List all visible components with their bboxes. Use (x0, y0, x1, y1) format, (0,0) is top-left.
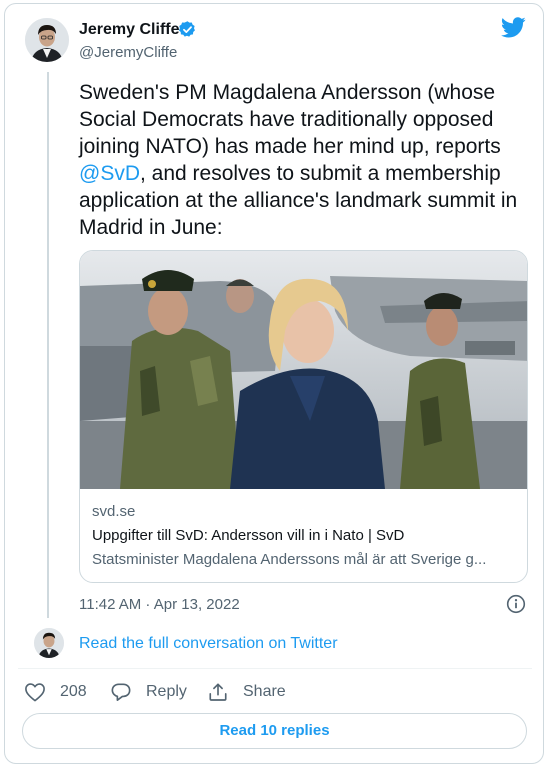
read-full-conversation-link[interactable]: Read the full conversation on Twitter (79, 635, 338, 653)
like-button[interactable]: 208 (24, 682, 87, 702)
tweet-timestamp[interactable]: 11:42 AM · Apr 13, 2022 (79, 596, 240, 613)
conversation-avatar[interactable] (34, 628, 64, 658)
reply-button[interactable]: Reply (110, 682, 187, 702)
share-button[interactable]: Share (207, 682, 286, 702)
divider (18, 668, 532, 669)
speech-bubble-icon (111, 683, 131, 701)
link-title: Uppgifter till SvD: Andersson vill in i … (92, 527, 405, 544)
like-count: 208 (60, 683, 87, 700)
share-label: Share (243, 683, 286, 700)
verified-badge-icon (178, 20, 197, 44)
twitter-bird-icon[interactable] (500, 17, 526, 43)
mention-link[interactable]: @SvD (79, 162, 140, 185)
reply-label: Reply (146, 683, 187, 700)
tweet-text: Sweden's PM Magdalena Andersson (whose S… (79, 81, 518, 239)
author-avatar[interactable] (25, 18, 69, 62)
author-handle[interactable]: @JeremyCliffe (79, 44, 177, 61)
info-icon[interactable] (506, 594, 526, 619)
author-name[interactable]: Jeremy Cliffe (79, 21, 180, 39)
link-preview-image (80, 251, 527, 489)
link-preview-card[interactable]: svd.se Uppgifter till SvD: Andersson vil… (79, 250, 528, 583)
heart-icon (25, 683, 45, 702)
read-replies-button[interactable]: Read 10 replies (22, 713, 527, 749)
link-description: Statsminister Magdalena Anderssons mål ä… (92, 551, 487, 568)
link-domain: svd.se (92, 503, 136, 520)
share-upload-icon (209, 683, 227, 701)
thread-line (47, 72, 49, 618)
